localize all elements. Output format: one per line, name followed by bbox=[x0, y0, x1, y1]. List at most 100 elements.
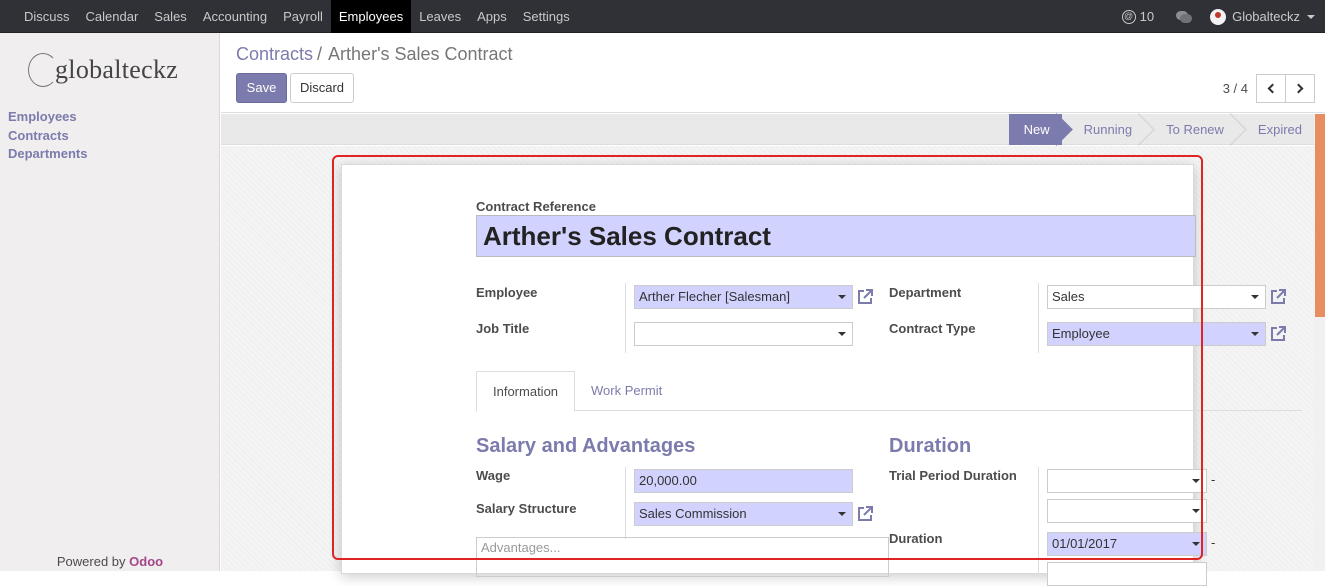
sidebar-links: Employees Contracts Departments bbox=[8, 108, 87, 164]
wage-value: 20,000.00 bbox=[639, 473, 697, 488]
sidebar: globalteckz Employees Contracts Departme… bbox=[0, 33, 220, 571]
salary-structure-value: Sales Commission bbox=[639, 506, 747, 521]
duration-label: Duration bbox=[889, 531, 943, 546]
caret-down-icon bbox=[1192, 542, 1200, 546]
department-value: Sales bbox=[1052, 289, 1085, 304]
user-name[interactable]: Globalteckz bbox=[1232, 9, 1300, 24]
employee-field[interactable]: Arther Flecher [Salesman] bbox=[634, 285, 853, 309]
scrollbar[interactable] bbox=[1314, 114, 1325, 571]
systray: @ 10 Globalteckz bbox=[1121, 0, 1315, 33]
caret-down-icon bbox=[838, 332, 846, 336]
stage-running[interactable]: Running bbox=[1062, 114, 1144, 145]
menu-sales[interactable]: Sales bbox=[146, 0, 195, 33]
stage-running-label: Running bbox=[1083, 122, 1133, 137]
salary-group-divider bbox=[625, 467, 626, 539]
salary-structure-label: Salary Structure bbox=[476, 501, 577, 516]
mentions-count: 10 bbox=[1139, 9, 1155, 24]
menu-apps[interactable]: Apps bbox=[469, 0, 515, 33]
form-view: Contract Reference Arther's Sales Contra… bbox=[221, 146, 1314, 586]
pager-next-button[interactable] bbox=[1285, 74, 1315, 103]
caret-down-icon bbox=[1192, 479, 1200, 483]
job-title-field[interactable] bbox=[634, 322, 853, 346]
form-sheet: Contract Reference Arther's Sales Contra… bbox=[341, 164, 1302, 586]
duration-start-value: 01/01/2017 bbox=[1052, 536, 1118, 551]
company-logo[interactable]: globalteckz bbox=[28, 53, 198, 93]
salary-structure-field[interactable]: Sales Commission bbox=[634, 502, 853, 526]
odoo-link[interactable]: Odoo bbox=[129, 554, 163, 569]
stage-expired[interactable]: Expired bbox=[1236, 114, 1314, 145]
logo-text: globalteckz bbox=[55, 55, 179, 84]
department-label: Department bbox=[889, 285, 962, 300]
tab-work-permit[interactable]: Work Permit bbox=[575, 371, 678, 412]
powered-by-label: Powered by bbox=[56, 554, 126, 569]
at-icon: @ bbox=[1121, 9, 1136, 24]
trial-period-label: Trial Period Duration bbox=[889, 468, 1017, 483]
avatar[interactable] bbox=[1210, 8, 1227, 25]
app-menu: Discuss Calendar Sales Accounting Payrol… bbox=[16, 0, 578, 33]
wage-label: Wage bbox=[476, 468, 511, 483]
notebook-tabs: Information Work Permit bbox=[476, 371, 1302, 412]
pager-value[interactable]: 3 / 4 bbox=[1223, 81, 1248, 96]
chat-icon[interactable] bbox=[1176, 10, 1193, 23]
stage-to-renew[interactable]: To Renew bbox=[1144, 114, 1236, 145]
stage-expired-label: Expired bbox=[1257, 122, 1302, 137]
left-group-divider bbox=[625, 283, 626, 353]
discard-button[interactable]: Discard bbox=[290, 73, 354, 103]
caret-down-icon bbox=[1251, 332, 1259, 336]
tab-information[interactable]: Information bbox=[476, 371, 576, 412]
menu-discuss[interactable]: Discuss bbox=[16, 0, 78, 33]
pager: 3 / 4 bbox=[1223, 74, 1315, 103]
chevron-left-icon bbox=[1267, 83, 1278, 94]
salary-section-title: Salary and Advantages bbox=[476, 435, 696, 457]
breadcrumb-separator: / bbox=[317, 44, 323, 64]
menu-payroll[interactable]: Payroll bbox=[275, 0, 331, 33]
logo-ring-icon bbox=[28, 53, 58, 87]
stage-selector: New Running To Renew Expired bbox=[1008, 114, 1314, 145]
sidebar-item-contracts[interactable]: Contracts bbox=[8, 127, 87, 146]
sidebar-item-departments[interactable]: Departments bbox=[8, 145, 87, 164]
menu-accounting[interactable]: Accounting bbox=[195, 0, 275, 33]
duration-end-field[interactable] bbox=[1047, 562, 1207, 586]
external-link-icon[interactable] bbox=[1269, 325, 1287, 343]
breadcrumb: Contracts / Arther's Sales Contract bbox=[236, 44, 513, 65]
chevron-right-icon bbox=[1293, 83, 1304, 94]
menu-settings[interactable]: Settings bbox=[515, 0, 578, 33]
trial-dash: - bbox=[1211, 472, 1216, 487]
duration-dash: - bbox=[1211, 535, 1216, 550]
menu-calendar[interactable]: Calendar bbox=[78, 0, 147, 33]
right-group-divider bbox=[1038, 283, 1039, 353]
contract-reference-input[interactable]: Arther's Sales Contract bbox=[476, 215, 1196, 257]
pager-previous-button[interactable] bbox=[1256, 74, 1286, 103]
mentions-button[interactable]: @ 10 bbox=[1121, 9, 1155, 24]
stage-new[interactable]: New bbox=[1008, 114, 1062, 145]
employee-value: Arther Flecher [Salesman] bbox=[639, 289, 791, 304]
contract-reference-label: Contract Reference bbox=[476, 199, 596, 214]
stage-new-label: New bbox=[1023, 122, 1050, 137]
external-link-icon[interactable] bbox=[856, 505, 874, 523]
contract-type-field[interactable]: Employee bbox=[1047, 322, 1266, 346]
top-menu-bar: Discuss Calendar Sales Accounting Payrol… bbox=[0, 0, 1325, 33]
external-link-icon[interactable] bbox=[1269, 288, 1287, 306]
wage-input[interactable]: 20,000.00 bbox=[634, 469, 853, 493]
job-title-label: Job Title bbox=[476, 321, 530, 336]
scrollbar-thumb[interactable] bbox=[1315, 114, 1325, 317]
trial-end-field[interactable] bbox=[1047, 499, 1207, 523]
statusbar: New Running To Renew Expired bbox=[221, 114, 1314, 145]
chevron-down-icon[interactable] bbox=[1307, 14, 1315, 19]
advantages-textarea[interactable]: Advantages... bbox=[476, 537, 889, 577]
trial-start-field[interactable] bbox=[1047, 469, 1207, 493]
external-link-icon[interactable] bbox=[856, 288, 874, 306]
breadcrumb-current: Arther's Sales Contract bbox=[328, 44, 513, 64]
duration-start-field[interactable]: 01/01/2017 bbox=[1047, 532, 1207, 556]
department-field[interactable]: Sales bbox=[1047, 285, 1266, 309]
breadcrumb-contracts[interactable]: Contracts bbox=[236, 44, 313, 64]
sidebar-item-employees[interactable]: Employees bbox=[8, 108, 87, 127]
control-panel: Contracts / Arther's Sales Contract Save D… bbox=[221, 33, 1325, 113]
duration-section-title: Duration bbox=[889, 435, 972, 457]
menu-leaves[interactable]: Leaves bbox=[411, 0, 469, 33]
contract-type-value: Employee bbox=[1052, 326, 1110, 341]
stage-to-renew-label: To Renew bbox=[1166, 122, 1224, 137]
menu-employees[interactable]: Employees bbox=[330, 0, 412, 33]
save-button[interactable]: Save bbox=[236, 73, 287, 103]
duration-group-divider bbox=[1038, 467, 1039, 577]
